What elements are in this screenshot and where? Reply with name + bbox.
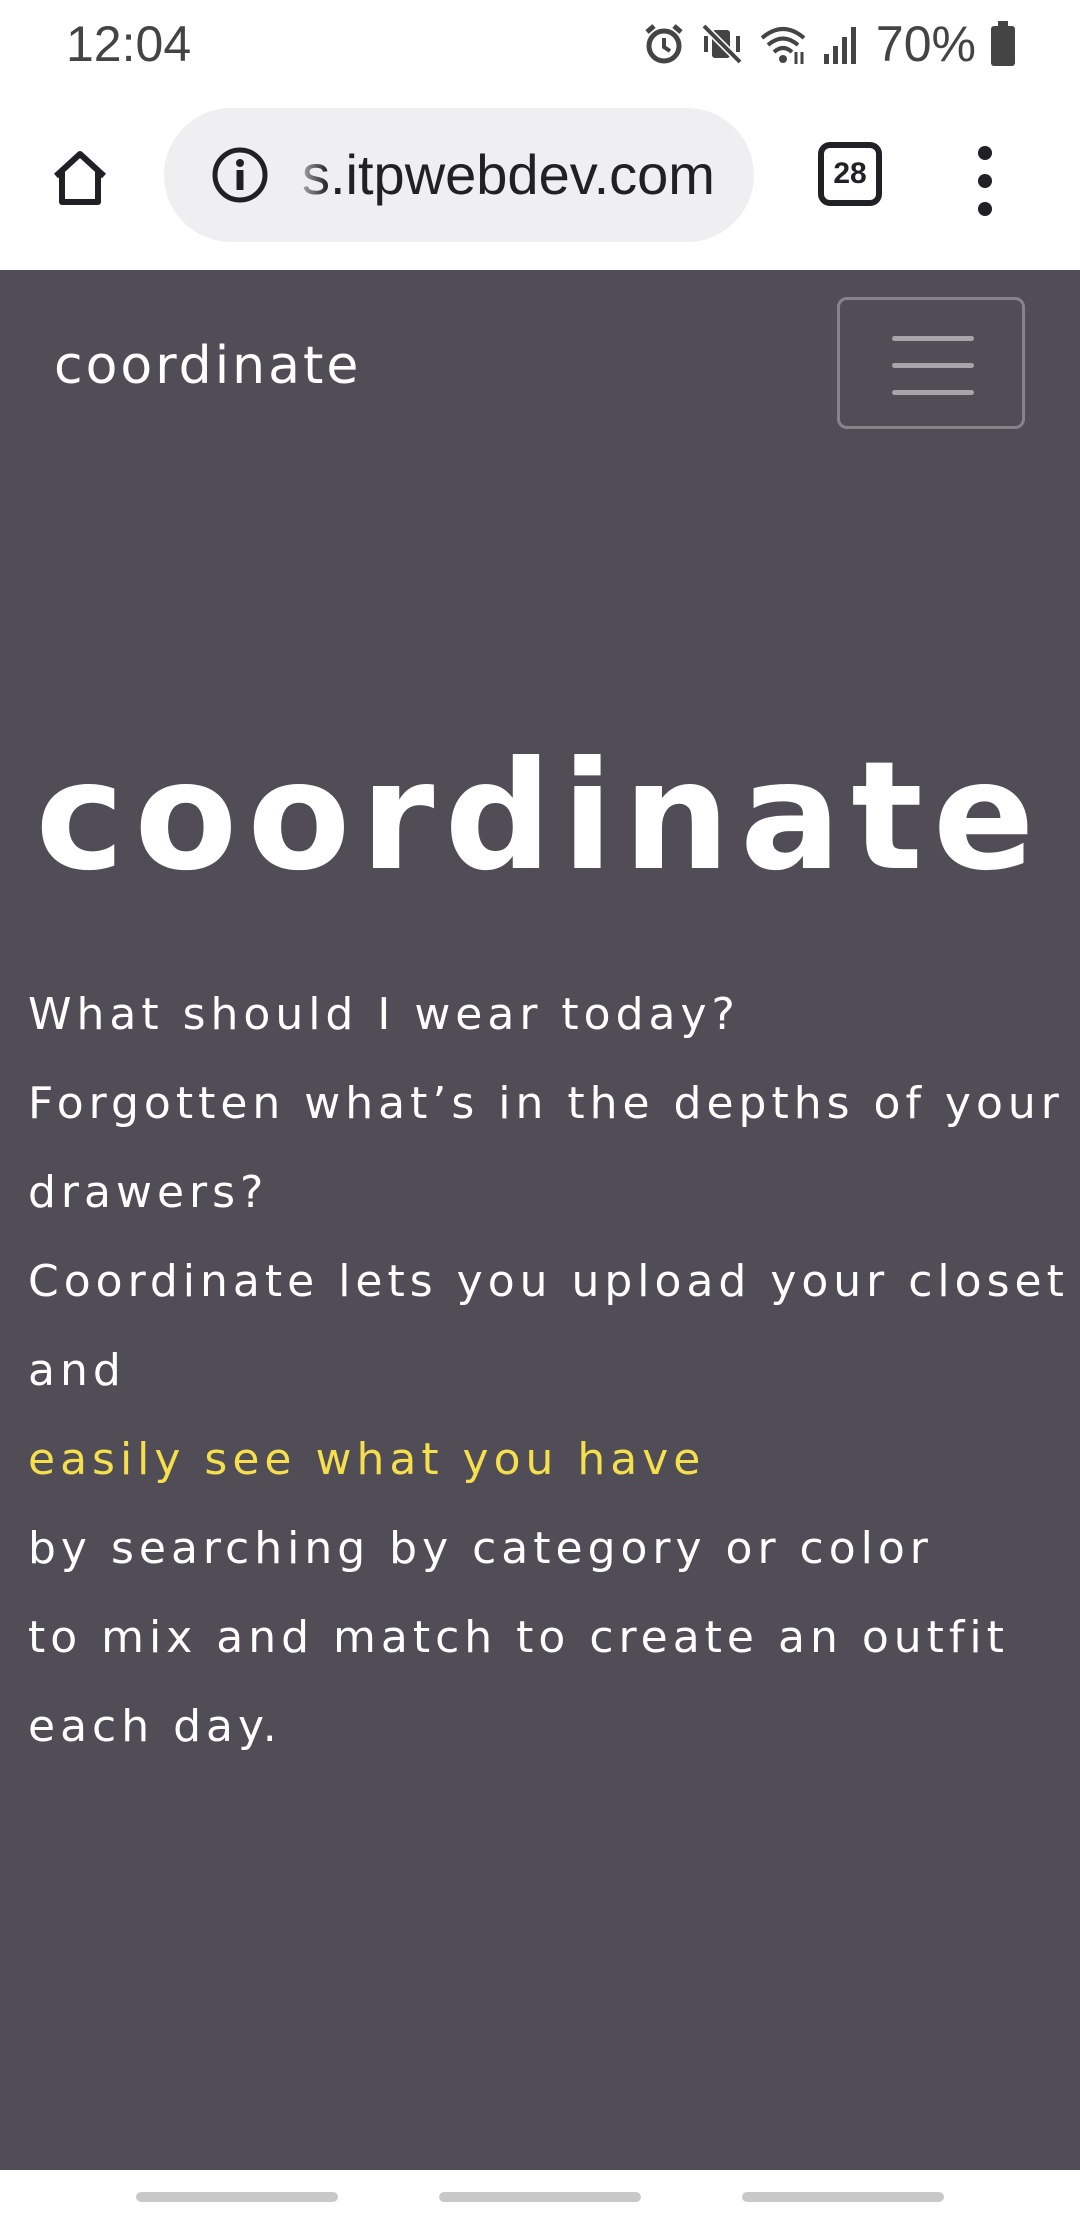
hero-line: to mix and match to create an outfit	[28, 1612, 1009, 1663]
hero-highlight-line: easily see what you have	[28, 1434, 706, 1485]
hero-line: and	[28, 1345, 126, 1396]
alarm-icon	[642, 22, 686, 66]
battery-icon	[990, 21, 1016, 67]
browser-toolbar: s.itpwebdev.com 28	[0, 90, 1080, 270]
status-time: 12:04	[66, 16, 192, 72]
battery-percent: 70%	[875, 16, 976, 72]
home-icon	[48, 146, 112, 215]
hero-copy: What should I wear today? Forgotten what…	[28, 970, 1069, 1771]
hero-line: What should I wear today?	[28, 989, 740, 1040]
signal-icon	[822, 22, 862, 66]
system-nav-bar	[0, 2170, 1080, 2220]
address-bar[interactable]: s.itpwebdev.com	[164, 108, 754, 242]
home-button[interactable]	[40, 140, 120, 220]
hero-line: drawers?	[28, 1167, 269, 1218]
nav-back-button[interactable]	[742, 2192, 944, 2202]
hero-line: Coordinate lets you upload your closet	[28, 1256, 1069, 1307]
page-content: coordinate coordinate What should I wear…	[0, 270, 1080, 2170]
nav-recents-button[interactable]	[136, 2192, 338, 2202]
url-text[interactable]: s.itpwebdev.com	[302, 108, 715, 242]
hamburger-icon	[892, 336, 974, 341]
tab-count: 28	[833, 157, 867, 190]
hero-line: by searching by category or color	[28, 1523, 933, 1574]
info-icon[interactable]	[210, 145, 270, 205]
status-icons: 70%	[642, 14, 1016, 74]
tabs-button[interactable]: 28	[818, 142, 882, 206]
hero-line: each day.	[28, 1701, 282, 1752]
more-vert-icon[interactable]	[960, 146, 1010, 216]
hero-title: coordinate	[35, 730, 1045, 904]
hamburger-icon	[892, 363, 974, 368]
navbar-brand[interactable]: coordinate	[54, 336, 361, 396]
hero-line: Forgotten what’s in the depths of your	[28, 1078, 1064, 1129]
hamburger-icon	[892, 390, 974, 395]
wifi-icon	[758, 22, 808, 66]
status-bar: 12:04 70%	[0, 0, 1080, 90]
url-fade	[288, 108, 328, 242]
vibrate-mute-icon	[700, 22, 744, 66]
nav-home-button[interactable]	[439, 2192, 641, 2202]
navbar-toggler-button[interactable]	[837, 297, 1025, 429]
